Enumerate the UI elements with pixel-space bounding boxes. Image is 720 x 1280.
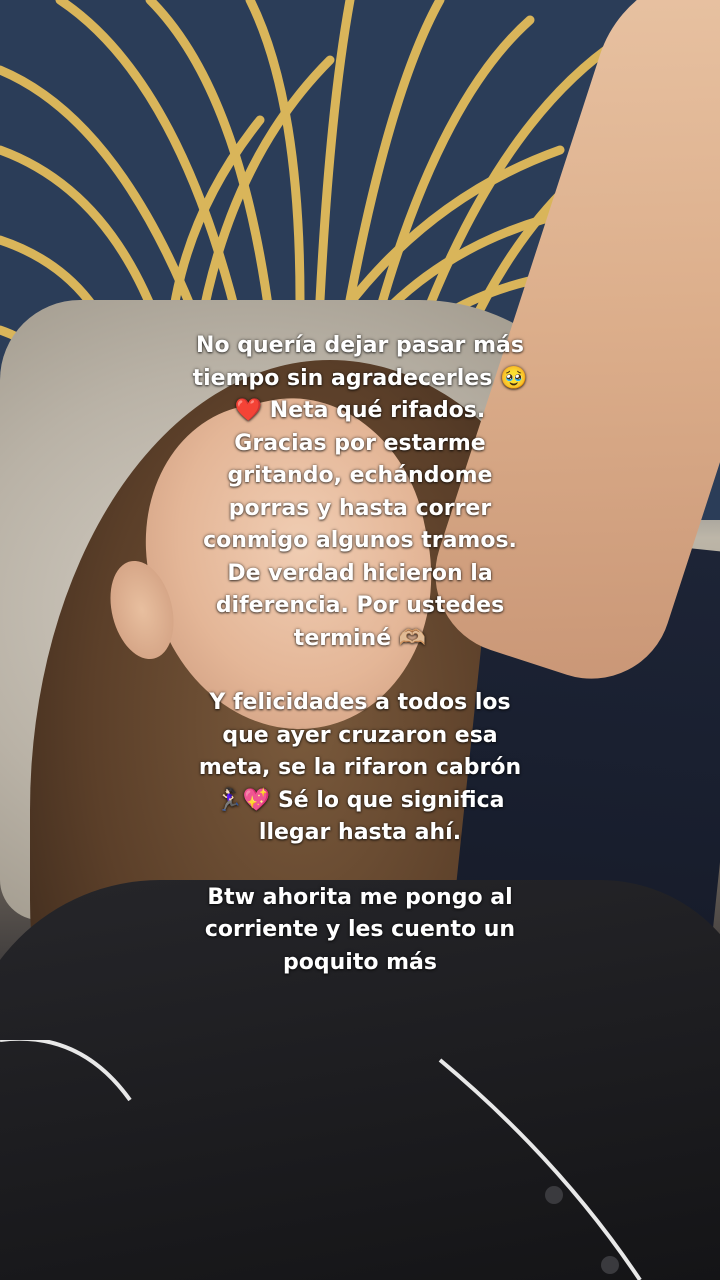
caption-paragraph-1: No quería dejar pasar más tiempo sin agr… (192, 333, 528, 651)
story-caption: No quería dejar pasar más tiempo sin agr… (190, 330, 530, 979)
caption-paragraph-2: Y felicidades a todos los que ayer cruza… (198, 690, 522, 845)
story-photo: No quería dejar pasar más tiempo sin agr… (0, 0, 720, 1280)
caption-paragraph-3: Btw ahorita me pongo al corriente y les … (204, 884, 516, 975)
shirt-piping (0, 1040, 642, 1280)
